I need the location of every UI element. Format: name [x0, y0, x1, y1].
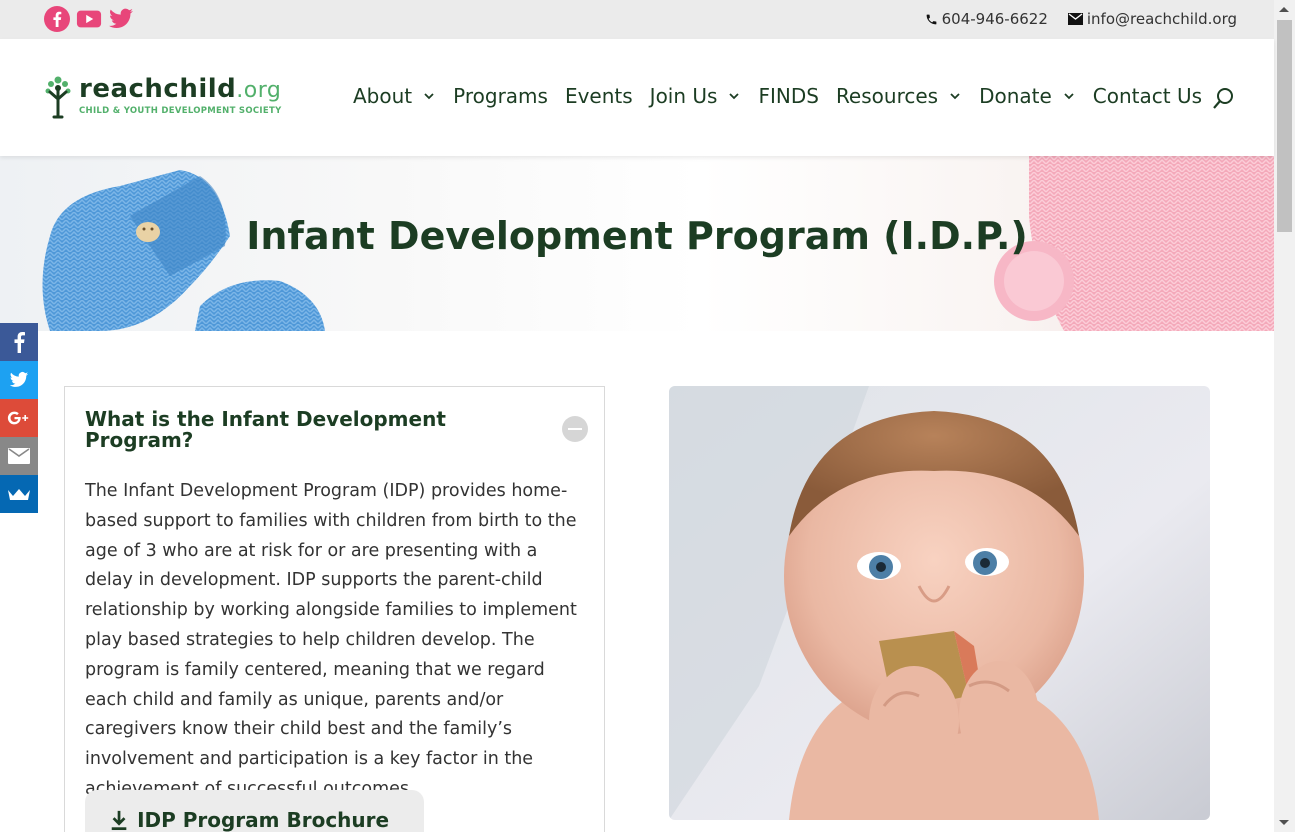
nav-item-contact-us[interactable]: Contact Us — [1093, 84, 1202, 108]
email-address: info@reachchild.org — [1086, 10, 1237, 28]
accordion-body-text: The Infant Development Program (IDP) pro… — [85, 481, 577, 799]
nav-item-events[interactable]: Events — [565, 84, 633, 108]
download-icon — [111, 810, 127, 831]
email-icon — [8, 448, 30, 464]
top-bar: 604-946-6622 info@reachchild.org — [0, 0, 1274, 39]
baby-photo — [669, 386, 1210, 820]
twitter-icon[interactable] — [108, 6, 134, 32]
idp-accordion: What is the Infant Development Program? … — [64, 386, 605, 832]
youtube-icon[interactable] — [76, 6, 102, 32]
site-logo[interactable]: reachchild.org CHILD & YOUTH DEVELOPMENT… — [43, 75, 282, 119]
collapse-toggle-icon[interactable] — [562, 416, 588, 442]
page-scrollbar[interactable] — [1274, 0, 1295, 832]
facebook-icon[interactable] — [44, 6, 70, 32]
page-banner: Infant Development Program (I.D.P.) — [0, 156, 1274, 331]
scroll-up-arrow-icon[interactable] — [1279, 7, 1289, 12]
nav-item-about[interactable]: About — [353, 84, 436, 108]
scroll-down-arrow-icon[interactable] — [1279, 820, 1289, 825]
envelope-icon — [1067, 13, 1083, 25]
brochure-download-button[interactable]: IDP Program Brochure 2019 — [85, 790, 424, 832]
phone-number: 604-946-6622 — [941, 10, 1048, 28]
nav-item-resources[interactable]: Resources — [836, 84, 962, 108]
email-link[interactable]: info@reachchild.org — [1067, 10, 1237, 28]
nav-item-programs[interactable]: Programs — [453, 84, 548, 108]
accordion-title[interactable]: What is the Infant Development Program? — [85, 409, 485, 451]
share-facebook-button[interactable] — [0, 323, 38, 361]
nav-item-finds[interactable]: FINDS — [758, 84, 818, 108]
chevron-down-icon — [950, 93, 960, 100]
nav-item-join-us[interactable]: Join Us — [650, 84, 742, 108]
site-header: reachchild.org CHILD & YOUTH DEVELOPMENT… — [0, 39, 1274, 156]
chevron-down-icon — [1064, 93, 1074, 100]
nav-item-donate[interactable]: Donate — [979, 84, 1076, 108]
phone-link[interactable]: 604-946-6622 — [925, 10, 1048, 28]
facebook-icon — [14, 332, 25, 353]
page-title: Infant Development Program (I.D.P.) — [246, 214, 1028, 258]
main-nav: About Programs Events Join Us FINDS Reso… — [353, 84, 1219, 108]
chevron-down-icon — [729, 93, 740, 100]
share-google-plus-button[interactable] — [0, 399, 38, 437]
chevron-down-icon — [424, 93, 434, 100]
scroll-thumb[interactable] — [1277, 20, 1292, 232]
share-sumome-button[interactable] — [0, 475, 38, 513]
twitter-icon — [9, 372, 29, 387]
contact-info: 604-946-6622 info@reachchild.org — [925, 10, 1237, 28]
share-email-button[interactable] — [0, 437, 38, 475]
social-links — [44, 6, 134, 32]
logo-wordmark: reachchild.org — [79, 74, 282, 104]
phone-icon — [926, 14, 936, 24]
sumome-crown-icon — [8, 489, 30, 500]
tree-logo-icon — [45, 76, 71, 119]
google-plus-icon — [7, 411, 29, 425]
share-bar — [0, 323, 38, 513]
logo-tagline: CHILD & YOUTH DEVELOPMENT SOCIETY — [79, 106, 282, 116]
brochure-label: IDP Program Brochure 2019 — [137, 808, 390, 832]
share-twitter-button[interactable] — [0, 361, 38, 399]
search-icon[interactable] — [1212, 87, 1236, 111]
